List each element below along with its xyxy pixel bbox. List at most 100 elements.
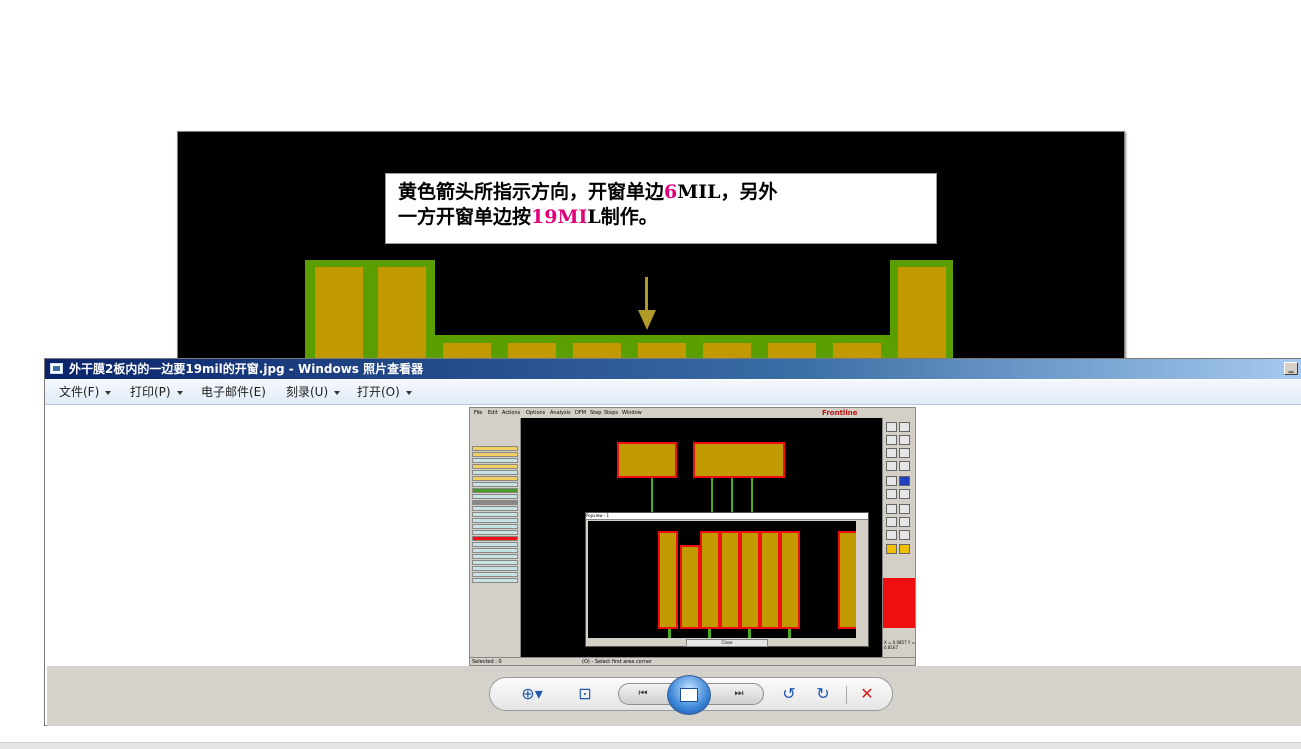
menu-label: 打印(P) bbox=[130, 385, 171, 399]
chevron-down-icon bbox=[334, 390, 341, 395]
tool-icon bbox=[899, 544, 910, 554]
tool-icon bbox=[886, 530, 897, 540]
embedded-menu-item: Edit bbox=[488, 410, 498, 416]
layer-row bbox=[472, 452, 518, 457]
pad bbox=[833, 343, 881, 358]
layer-row bbox=[472, 512, 518, 517]
menu-burn[interactable]: 刻录(U) bbox=[286, 380, 341, 404]
tool-icon bbox=[886, 422, 897, 432]
pad bbox=[703, 343, 751, 358]
note-highlight: 6 bbox=[664, 181, 678, 203]
layer-row bbox=[472, 500, 518, 505]
title-bar[interactable]: 外干膜2板内的一边要19mil的开窗.jpg - Windows 照片查看器 _ bbox=[45, 359, 1301, 379]
delete-button[interactable]: ✕ bbox=[852, 678, 882, 710]
chevron-down-icon bbox=[176, 390, 183, 395]
pad bbox=[740, 531, 760, 629]
layer-row bbox=[472, 566, 518, 571]
tool-icon bbox=[886, 504, 897, 514]
tool-icon bbox=[899, 448, 910, 458]
embedded-menu-item: Step bbox=[590, 410, 602, 416]
pad bbox=[508, 343, 556, 358]
pad bbox=[768, 343, 816, 358]
layer-row bbox=[472, 470, 518, 475]
menu-email[interactable]: 电子邮件(E) bbox=[201, 380, 266, 404]
pad bbox=[760, 531, 780, 629]
tool-icon bbox=[886, 461, 897, 471]
embedded-status: Selected : 0 bbox=[472, 659, 502, 665]
embedded-coords: X = 0.0857 Y = 0.8167 bbox=[884, 640, 915, 650]
pad-group bbox=[693, 442, 785, 478]
note-line-1: 黄色箭头所指示方向，开窗单边6MIL，另外 bbox=[398, 180, 924, 205]
menu-bar: 文件(F) 打印(P) 电子邮件(E) 刻录(U) 打开(O) bbox=[45, 380, 1301, 405]
layer-row bbox=[472, 536, 518, 541]
layer-row bbox=[472, 506, 518, 511]
pad-group bbox=[617, 442, 677, 478]
previous-button[interactable]: ⏮ bbox=[623, 684, 663, 704]
pad bbox=[898, 267, 946, 358]
slideshow-button[interactable] bbox=[667, 675, 711, 715]
tool-icon bbox=[886, 448, 897, 458]
menu-file[interactable]: 文件(F) bbox=[59, 380, 112, 404]
background-photo: 黄色箭头所指示方向，开窗单边6MIL，另外 一方开窗单边按19MIL制作。 bbox=[177, 131, 1125, 359]
pad bbox=[573, 343, 621, 358]
layer-row bbox=[472, 458, 518, 463]
embedded-menu-item: Window bbox=[622, 410, 642, 416]
controls-pill: ⊕▾ ⊡ ⏮ ⏭ ↺ ↻ ✕ bbox=[489, 675, 893, 715]
pad bbox=[720, 531, 740, 629]
pad bbox=[680, 545, 700, 629]
layer-row bbox=[472, 560, 518, 565]
embedded-toolbar: X = 0.0857 Y = 0.8167 bbox=[882, 418, 915, 657]
rotate-clockwise-button[interactable]: ↻ bbox=[808, 678, 838, 710]
pad bbox=[780, 531, 800, 629]
trace bbox=[668, 629, 671, 638]
layer-row bbox=[472, 518, 518, 523]
layer-row bbox=[472, 482, 518, 487]
layer-row bbox=[472, 554, 518, 559]
chevron-down-icon bbox=[405, 390, 412, 395]
embedded-red-preview bbox=[883, 578, 915, 628]
arrow-shaft bbox=[645, 277, 648, 313]
embedded-menu-item: Analysis bbox=[550, 410, 571, 416]
embedded-menu-item: Actions bbox=[502, 410, 521, 416]
menu-print[interactable]: 打印(P) bbox=[130, 380, 183, 404]
pad bbox=[378, 267, 426, 358]
embedded-status-bar: Selected : 0 (O) - Select first area cor… bbox=[470, 657, 915, 665]
zoom-button[interactable]: ⊕▾ bbox=[512, 678, 552, 710]
tool-icon bbox=[899, 530, 910, 540]
trace bbox=[788, 629, 791, 638]
layer-row bbox=[472, 572, 518, 577]
tool-icon bbox=[886, 435, 897, 445]
menu-label: 文件(F) bbox=[59, 385, 100, 399]
embedded-brand: Frontline bbox=[822, 409, 858, 417]
fit-window-button[interactable]: ⊡ bbox=[570, 678, 600, 710]
rotate-counterclockwise-button[interactable]: ↺ bbox=[774, 678, 804, 710]
tool-icon bbox=[899, 461, 910, 471]
layer-row bbox=[472, 494, 518, 499]
pad bbox=[315, 267, 363, 358]
photo-viewer-icon bbox=[50, 363, 63, 374]
pad bbox=[700, 531, 720, 629]
minimize-button[interactable]: _ bbox=[1284, 362, 1298, 375]
next-button[interactable]: ⏭ bbox=[719, 684, 759, 704]
embedded-layer-panel bbox=[470, 418, 521, 657]
layer-row bbox=[472, 578, 518, 583]
tool-icon bbox=[886, 517, 897, 527]
menu-label: 刻录(U) bbox=[286, 385, 329, 399]
pad bbox=[838, 531, 856, 629]
tool-icon bbox=[899, 476, 910, 486]
note-box: 黄色箭头所指示方向，开窗单边6MIL，另外 一方开窗单边按19MIL制作。 bbox=[385, 173, 937, 244]
pad bbox=[658, 531, 678, 629]
tool-icon bbox=[899, 489, 910, 499]
tool-icon bbox=[899, 422, 910, 432]
layer-row bbox=[472, 476, 518, 481]
arrow-down-icon bbox=[638, 310, 656, 330]
layer-row bbox=[472, 542, 518, 547]
tool-icon bbox=[899, 435, 910, 445]
menu-open[interactable]: 打开(O) bbox=[357, 380, 412, 404]
layer-row bbox=[472, 464, 518, 469]
pad bbox=[443, 343, 491, 358]
layer-row bbox=[472, 488, 518, 493]
tool-icon bbox=[899, 517, 910, 527]
pad bbox=[638, 343, 686, 358]
embedded-status-hint: (O) - Select first area corner bbox=[582, 659, 653, 665]
